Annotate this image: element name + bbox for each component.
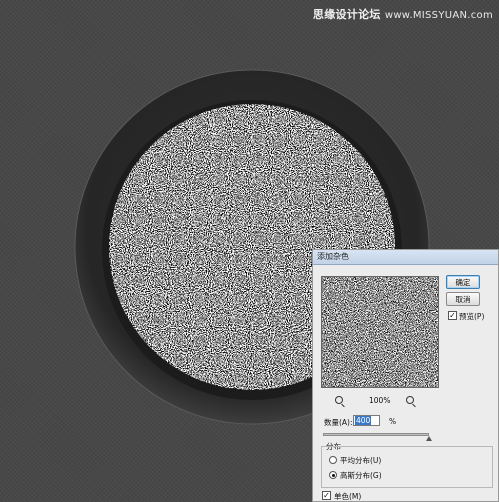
watermark-site: www.MISSYUAN.com [384,10,493,21]
amount-label: 数量(A): [324,418,353,427]
preview-window[interactable] [321,276,439,388]
zoom-out-icon[interactable] [335,396,343,404]
zoom-in-icon[interactable] [406,396,414,404]
add-noise-dialog: 添加杂色 确定 取消 ✓ 预览(P) 100% 数量(A): 400 % 分布 … [312,249,499,502]
percent-symbol: % [389,417,397,426]
monochromatic-checkbox[interactable]: ✓ [322,491,331,500]
amount-input[interactable]: 400 [353,415,380,426]
dialog-titlebar[interactable]: 添加杂色 [313,250,498,265]
ok-button[interactable]: 确定 [446,275,480,289]
amount-slider-thumb[interactable] [426,436,432,441]
amount-slider-track[interactable] [323,433,429,436]
gaussian-label: 高斯分布(G) [340,471,382,480]
monochromatic-label: 单色(M) [334,492,362,501]
distribution-group: 平均分布(U) 高斯分布(G) [321,446,493,488]
watermark-text: 思缘设计论坛 [312,8,381,21]
watermark: 思缘设计论坛 www.MISSYUAN.com [313,6,493,22]
uniform-radio[interactable] [329,456,337,464]
amount-value: 400 [355,416,372,425]
zoom-level: 100% [369,396,391,405]
preview-label: 预览(P) [459,312,485,321]
preview-checkbox[interactable]: ✓ [448,311,457,320]
uniform-label: 平均分布(U) [340,456,382,465]
dialog-title: 添加杂色 [317,252,349,261]
cancel-button[interactable]: 取消 [446,292,480,306]
gaussian-radio[interactable] [329,471,337,479]
